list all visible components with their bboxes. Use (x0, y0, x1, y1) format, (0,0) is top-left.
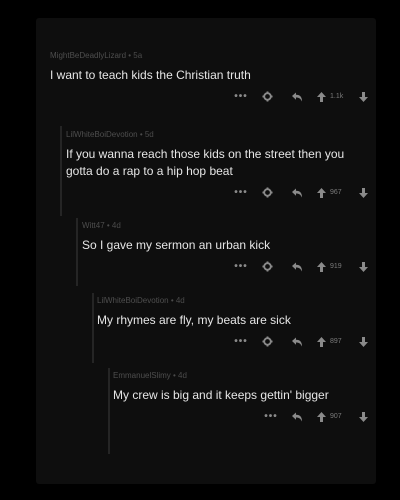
comment-text: My rhymes are fly, my beats are sick (97, 313, 291, 327)
comment-text: I want to teach kids the Christian truth (50, 68, 251, 82)
comment-4: LilWhiteBoiDevotion • 4d My rhymes are f… (97, 296, 370, 347)
more-icon[interactable]: ••• (230, 261, 252, 272)
comment-meta: MightBeDeadlyLizard • 5a (50, 51, 143, 60)
comment-2: LilWhiteBoiDevotion • 5d If you wanna re… (66, 130, 370, 198)
vote-score: 919 (330, 263, 342, 270)
upvote-arrow-icon[interactable] (312, 336, 330, 347)
thread-line[interactable] (60, 126, 62, 216)
gear-icon[interactable] (252, 91, 282, 102)
comment-3: Witt47 • 4d So I gave my sermon an urban… (82, 221, 370, 272)
upvote-arrow-icon[interactable] (312, 187, 330, 198)
thread-line[interactable] (76, 218, 78, 286)
vote-score: 897 (330, 338, 342, 345)
gear-icon[interactable] (252, 187, 282, 198)
reply-icon[interactable] (282, 92, 312, 102)
comment-author[interactable]: MightBeDeadlyLizard (50, 51, 126, 60)
downvote-arrow-icon[interactable] (356, 336, 370, 347)
more-icon[interactable]: ••• (260, 411, 282, 422)
comment-age: 5a (133, 51, 143, 60)
comment-meta: EmmanuelSlimy • 4d (113, 371, 187, 380)
comment-meta: LilWhiteBoiDevotion • 5d (66, 130, 154, 139)
upvote-arrow-icon[interactable] (312, 261, 330, 272)
comment-author[interactable]: EmmanuelSlimy (113, 371, 171, 380)
reply-icon[interactable] (282, 337, 312, 347)
comment-age: 5d (144, 130, 154, 139)
comment-actions: ••• 967 (66, 187, 370, 198)
comment-author[interactable]: Witt47 (82, 221, 105, 230)
downvote-arrow-icon[interactable] (356, 261, 370, 272)
comment-meta: LilWhiteBoiDevotion • 4d (97, 296, 185, 305)
more-icon[interactable]: ••• (230, 91, 252, 102)
comment-age: 4d (178, 371, 187, 380)
reply-icon[interactable] (282, 262, 312, 272)
comment-author[interactable]: LilWhiteBoiDevotion (66, 130, 138, 139)
comment-text: If you wanna reach those kids on the str… (66, 147, 345, 178)
reply-icon[interactable] (282, 188, 312, 198)
comment-actions: ••• 897 (97, 336, 370, 347)
comment-5: EmmanuelSlimy • 4d My crew is big and it… (113, 371, 370, 422)
reply-icon[interactable] (282, 412, 312, 422)
upvote-arrow-icon[interactable] (312, 91, 330, 102)
comment-text: My crew is big and it keeps gettin' bigg… (113, 388, 329, 402)
thread-line[interactable] (108, 368, 110, 454)
comment-actions: ••• 1.1k (50, 91, 370, 102)
vote-score: 967 (330, 189, 342, 196)
more-icon[interactable]: ••• (230, 187, 252, 198)
comment-thread-panel: MightBeDeadlyLizard • 5a I want to teach… (36, 18, 376, 484)
comment-age: 4d (111, 221, 121, 230)
comment-1: MightBeDeadlyLizard • 5a I want to teach… (50, 51, 370, 102)
downvote-arrow-icon[interactable] (356, 411, 370, 422)
comment-actions: ••• 919 (82, 261, 370, 272)
comment-author[interactable]: LilWhiteBoiDevotion (97, 296, 169, 305)
thread-line[interactable] (92, 293, 94, 363)
comment-meta: Witt47 • 4d (82, 221, 121, 230)
downvote-arrow-icon[interactable] (356, 91, 370, 102)
vote-score: 1.1k (330, 93, 344, 100)
comment-text: So I gave my sermon an urban kick (82, 238, 271, 252)
comment-age: 4d (175, 296, 185, 305)
more-icon[interactable]: ••• (230, 336, 252, 347)
comment-actions: ••• 907 (113, 411, 370, 422)
gear-icon[interactable] (252, 261, 282, 272)
gear-icon[interactable] (252, 336, 282, 347)
vote-score: 907 (330, 413, 342, 420)
downvote-arrow-icon[interactable] (356, 187, 370, 198)
upvote-arrow-icon[interactable] (312, 411, 330, 422)
